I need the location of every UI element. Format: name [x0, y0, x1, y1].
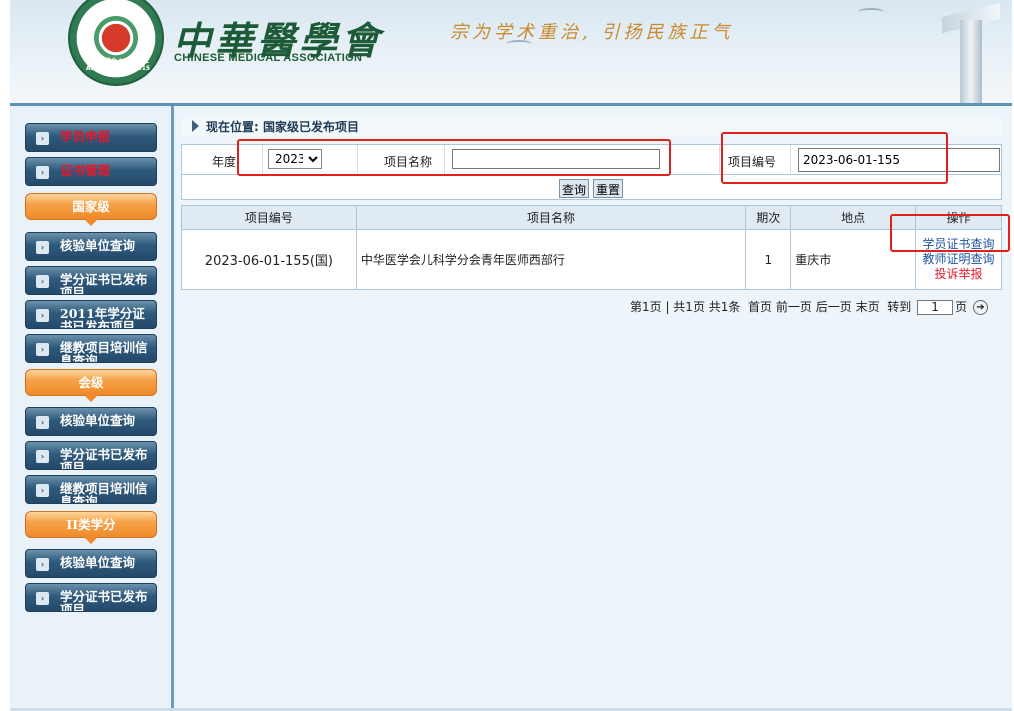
year-label: 年度: [212, 155, 237, 169]
sidebar-item-label: 继教项目培训信息查询: [60, 340, 148, 363]
sidebar-section-national: 国家级: [25, 193, 157, 226]
sidebar-item-label: 证书管理: [60, 163, 111, 178]
column-header: 项目名称: [355, 205, 747, 230]
arrow-right-icon: ›: [36, 343, 49, 356]
sidebar-item-training-info-national[interactable]: › 继教项目培训信息查询: [25, 334, 157, 363]
table-header-row: 项目编号 项目名称 期次 地点 操作: [181, 205, 1002, 230]
pager-next[interactable]: 后一页: [816, 300, 852, 314]
page-number-input[interactable]: 1: [917, 300, 954, 315]
huabiao-pillar-decoration: [938, 0, 1000, 103]
arrow-right-icon: ›: [36, 309, 49, 322]
arrow-right-icon: ›: [36, 592, 49, 605]
pager-last[interactable]: 末页: [856, 300, 880, 314]
sidebar-item-label: 学分证书已发布项目: [60, 272, 148, 295]
sidebar-item-label: 核验单位查询: [60, 413, 136, 428]
arrow-right-icon: ›: [36, 132, 49, 145]
bird-decoration: [858, 8, 884, 16]
cma-seal-logo: 中华医学会 MEDICAL ASSOCIATION 1915: [68, 0, 164, 86]
arrow-right-icon: ›: [36, 241, 49, 254]
arrow-right-icon: ›: [36, 166, 49, 179]
pager-summary: 第1页 | 共1页 共1条: [630, 300, 741, 314]
sidebar-item-published-projects-class-two[interactable]: › 学分证书已发布项目: [25, 583, 157, 612]
logo-english-title: CHINESE MEDICAL ASSOCIATION: [174, 52, 363, 64]
pager-goto-label: 转到: [887, 300, 912, 314]
site-header: 中华医学会 MEDICAL ASSOCIATION 1915 中華醫學會 CHI…: [10, 0, 1012, 103]
sidebar-item-training-info-association[interactable]: › 继教项目培训信息查询: [25, 475, 157, 504]
sidebar-item-label: 学分证书已发布项目: [60, 447, 148, 470]
table-row: 2023-06-01-155(国) 中华医学会儿科学分会青年医师西部行 1 重庆…: [181, 229, 1002, 290]
sidebar-item-published-projects-national[interactable]: › 学分证书已发布项目: [25, 266, 157, 295]
pager-page-suffix: 页: [955, 300, 968, 314]
sidebar-section-class-two: II类学分: [25, 511, 157, 544]
seal-caption: 中华医学会 MEDICAL ASSOCIATION 1915: [85, 58, 151, 72]
sidebar-item-published-projects-association[interactable]: › 学分证书已发布项目: [25, 441, 157, 470]
go-arrow-icon[interactable]: ➔: [972, 300, 988, 315]
sidebar-item-label: 学员申报: [60, 129, 111, 144]
triangle-right-icon: [192, 120, 199, 132]
sidebar-item-label: 2011年学分证书已发布项目: [60, 306, 145, 329]
sidebar-item-label: 学分证书已发布项目: [60, 589, 148, 612]
teacher-certificate-link[interactable]: 教师证明查询: [916, 252, 1001, 267]
sidebar-item-certificate-management[interactable]: › 证书管理: [25, 157, 157, 186]
complaint-report-link[interactable]: 投诉举报: [916, 267, 1001, 282]
pagination: 第1页 | 共1页 共1条 首页 前一页 后一页 末页 转到 1页 ➔: [630, 298, 988, 315]
arrow-right-icon: ›: [36, 275, 49, 288]
sidebar-item-verify-unit-class-two[interactable]: › 核验单位查询: [25, 549, 157, 578]
breadcrumb-text: 现在位置: 国家级已发布项目: [206, 120, 359, 134]
sidebar-item-label: 继教项目培训信息查询: [60, 481, 148, 504]
reset-button[interactable]: 重置: [593, 179, 624, 198]
pager-first[interactable]: 首页: [748, 300, 772, 314]
column-header: 期次: [745, 205, 792, 230]
arrow-right-icon: ›: [36, 416, 49, 429]
divider: [719, 145, 720, 175]
arrow-right-icon: ›: [36, 450, 49, 463]
sidebar-item-label: 核验单位查询: [60, 555, 136, 570]
sidebar-item-label: 核验单位查询: [60, 238, 136, 253]
pager-prev[interactable]: 前一页: [776, 300, 812, 314]
arrow-right-icon: ›: [36, 558, 49, 571]
highlight-frame-student-certificate: [890, 214, 1010, 252]
highlight-frame-year-name: [237, 139, 671, 176]
results-table: 项目编号 项目名称 期次 地点 操作 2023-06-01-155(国) 中华医…: [181, 205, 1002, 290]
arrow-right-icon: ›: [36, 484, 49, 497]
sidebar-item-verify-unit-association[interactable]: › 核验单位查询: [25, 407, 157, 436]
project-name-cell: 中华医学会儿科学分会青年医师西部行: [355, 229, 747, 290]
bird-decoration: [506, 40, 532, 48]
main-content: 现在位置: 国家级已发布项目 年度 2023 项目名称 项目编号 查询 重置 项…: [174, 106, 1012, 708]
caduceus-icon: [94, 16, 138, 60]
sidebar-item-2011-published-projects[interactable]: › 2011年学分证书已发布项目: [25, 300, 157, 329]
sidebar-item-verify-unit-national[interactable]: › 核验单位查询: [25, 232, 157, 261]
project-code-cell: 2023-06-01-155(国): [181, 229, 357, 290]
session-cell: 1: [745, 229, 792, 290]
header-slogan: 宗为学术重治, 引扬民族正气: [450, 22, 734, 43]
query-button[interactable]: 查询: [559, 179, 590, 198]
sidebar-section-association: 会级: [25, 369, 157, 402]
highlight-frame-project-code: [721, 132, 948, 184]
sidebar: › 学员申报 › 证书管理 国家级 › 核验单位查询 › 学分证书已发布项目 › 2011…: [10, 106, 171, 708]
column-header: 项目编号: [181, 205, 357, 230]
sidebar-item-student-apply[interactable]: › 学员申报: [25, 123, 157, 152]
